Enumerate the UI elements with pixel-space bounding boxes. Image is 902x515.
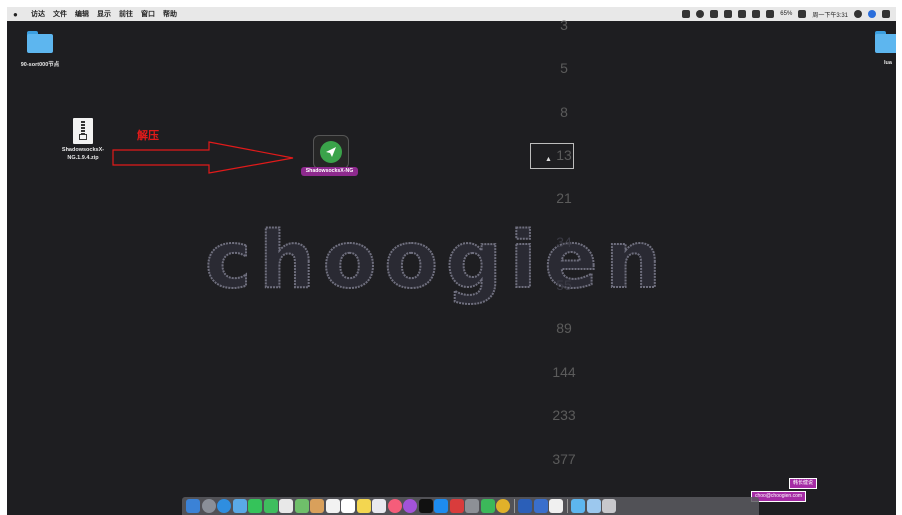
menu-finder[interactable]: 访达 xyxy=(31,9,45,19)
menu-help[interactable]: 帮助 xyxy=(163,9,177,19)
cloud-status-icon[interactable] xyxy=(724,10,733,18)
battery-percent: 65% xyxy=(780,11,793,17)
chart-status-icon[interactable] xyxy=(738,10,747,18)
launchpad-icon[interactable] xyxy=(201,499,216,513)
textedit-icon[interactable] xyxy=(549,499,563,513)
app-status-icon[interactable] xyxy=(710,10,719,18)
system-prefs-icon[interactable] xyxy=(465,499,479,513)
messages-icon[interactable] xyxy=(248,499,262,513)
status-area: 65% 周一下午3:31 xyxy=(682,7,890,21)
chrome-icon[interactable] xyxy=(496,499,510,513)
paper-plane-glyph-icon xyxy=(326,147,336,157)
music-icon[interactable] xyxy=(387,499,402,513)
folder-icon[interactable] xyxy=(571,499,585,513)
number-label: 144 xyxy=(552,364,576,380)
folder-icon[interactable] xyxy=(27,31,53,53)
number-label: 55 xyxy=(556,277,572,293)
calendar-icon[interactable] xyxy=(325,499,340,513)
dock-separator xyxy=(513,499,515,513)
contacts-icon[interactable] xyxy=(310,499,324,513)
photos-icon[interactable] xyxy=(279,499,293,513)
folder-body xyxy=(875,34,896,53)
clock[interactable]: 周一下午3:31 xyxy=(812,10,848,19)
shadowsocks-app-icon[interactable] xyxy=(313,135,349,169)
watermark-logo: choogien xyxy=(204,225,669,305)
screenshot-frame: ● 访达 文件 编辑 显示 前往 窗口 帮助 65% 周一下午3:31 90-s… xyxy=(7,7,896,515)
number-label: 233 xyxy=(552,407,576,423)
battery-icon[interactable] xyxy=(798,10,807,18)
number-label: 377 xyxy=(552,451,576,467)
red-arrow-icon xyxy=(112,141,294,174)
word-icon[interactable] xyxy=(518,499,532,513)
zip-file-icon[interactable] xyxy=(73,118,93,144)
number-label: 3 xyxy=(560,17,568,33)
menu-bar: ● 访达 文件 编辑 显示 前往 窗口 帮助 65% 周一下午3:31 xyxy=(7,7,896,21)
itunes-icon[interactable] xyxy=(372,499,386,513)
dock-separator xyxy=(566,499,568,513)
menu-go[interactable]: 前往 xyxy=(119,9,133,19)
menu-view[interactable]: 显示 xyxy=(97,9,111,19)
apple-menu-icon[interactable]: ● xyxy=(13,10,23,19)
folder-right-label[interactable]: lua xyxy=(877,60,896,66)
qq-icon[interactable] xyxy=(533,499,548,513)
number-label: 13 xyxy=(556,147,572,163)
zip-label-line2[interactable]: NG.1.9.4.zip xyxy=(53,155,113,161)
appstore-icon[interactable] xyxy=(434,499,448,513)
author-badge: 韩长健说 xyxy=(789,478,818,489)
number-label: 34 xyxy=(556,234,572,250)
number-label: 8 xyxy=(560,104,568,120)
watermark-text: choogien xyxy=(205,225,669,305)
safari-icon[interactable] xyxy=(217,499,231,513)
downloads-icon[interactable] xyxy=(586,499,601,513)
paper-plane-status-icon[interactable] xyxy=(682,10,691,18)
tv-icon[interactable] xyxy=(418,499,433,513)
zip-label-line1[interactable]: ShadowsocksX- xyxy=(53,147,113,153)
wechat-icon[interactable] xyxy=(480,499,495,513)
finder-icon[interactable] xyxy=(186,499,200,513)
facetime-icon[interactable] xyxy=(263,499,278,513)
folder-icon[interactable] xyxy=(875,31,896,53)
mouse-cursor-icon: ▲ xyxy=(545,156,552,163)
dock xyxy=(182,497,759,515)
folder-body xyxy=(27,34,53,53)
zipper-icon xyxy=(81,121,85,134)
weibo-icon[interactable] xyxy=(449,499,464,513)
menu-file[interactable]: 文件 xyxy=(53,9,67,19)
number-label: 5 xyxy=(560,60,568,76)
menu-window[interactable]: 窗口 xyxy=(141,9,155,19)
maps-icon[interactable] xyxy=(294,499,309,513)
record-status-icon[interactable] xyxy=(696,10,705,18)
number-label: 89 xyxy=(556,320,572,336)
mail-icon[interactable] xyxy=(232,499,247,513)
search-icon[interactable] xyxy=(854,10,862,18)
menu-edit[interactable]: 编辑 xyxy=(75,9,89,19)
zip-tag-icon xyxy=(79,134,87,140)
notes-icon[interactable] xyxy=(356,499,371,513)
siri-icon[interactable] xyxy=(868,10,876,18)
bluetooth-icon[interactable] xyxy=(766,10,775,18)
paper-plane-icon xyxy=(320,141,342,163)
podcasts-icon[interactable] xyxy=(403,499,417,513)
trash-icon[interactable] xyxy=(602,499,616,513)
email-badge: choo@choogien.com xyxy=(751,491,807,502)
notification-center-icon[interactable] xyxy=(882,10,890,18)
number-label: 21 xyxy=(556,190,572,206)
folder-left-label[interactable]: 90-sort000节点 xyxy=(12,60,68,68)
keyboard-status-icon[interactable] xyxy=(752,10,761,18)
reminders-icon[interactable] xyxy=(341,499,355,513)
app-label[interactable]: ShadowsocksX-NG xyxy=(301,167,358,176)
